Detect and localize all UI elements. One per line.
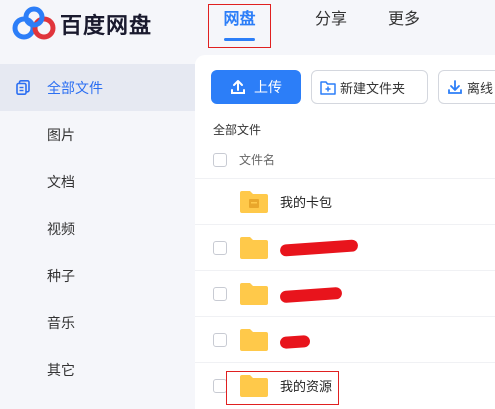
baidu-cloud-logo-icon [12, 6, 56, 40]
sidebar-item-all-files[interactable]: 全部文件 [0, 64, 195, 111]
app-logo[interactable]: 百度网盘 [12, 6, 152, 42]
files-icon [16, 80, 30, 95]
sidebar-item-music[interactable]: 音乐 [0, 299, 195, 346]
app-title: 百度网盘 [60, 13, 153, 38]
sidebar-item-other[interactable]: 其它 [0, 346, 195, 393]
redaction-scribble [279, 239, 359, 257]
folder-icon [240, 329, 268, 351]
file-list-panel: 上传 新建文件夹 离线 全部文件 文件名 我的卡包 我的资源 [195, 55, 495, 409]
row-checkbox[interactable] [213, 240, 227, 255]
file-row-card-package[interactable]: 我的卡包 [195, 178, 495, 224]
sidebar-item-label: 音乐 [47, 314, 75, 331]
upload-icon [231, 80, 245, 94]
row-checkbox[interactable] [213, 286, 227, 301]
top-header: 百度网盘 网盘 分享 更多 [0, 0, 495, 55]
file-name[interactable]: 我的卡包 [280, 192, 332, 211]
column-header-name[interactable]: 文件名 [239, 151, 275, 168]
sidebar-item-torrents[interactable]: 种子 [0, 252, 195, 299]
toolbar: 上传 新建文件夹 离线 [211, 70, 495, 104]
list-header: 文件名 [213, 151, 275, 168]
row-checkbox[interactable] [213, 378, 227, 393]
file-row[interactable] [195, 270, 495, 316]
sidebar-item-label: 文档 [47, 173, 75, 190]
nav-tab-label: 分享 [314, 11, 347, 28]
top-nav: 网盘 分享 更多 [208, 0, 422, 48]
sidebar-item-label: 种子 [47, 267, 75, 284]
sidebar-item-label: 全部文件 [47, 79, 103, 96]
nav-tab-netdisk[interactable]: 网盘 [208, 0, 271, 48]
sidebar-item-label: 视频 [47, 220, 75, 237]
select-all-checkbox[interactable] [213, 152, 227, 167]
breadcrumb[interactable]: 全部文件 [213, 121, 261, 138]
upload-button[interactable]: 上传 [211, 70, 301, 104]
new-folder-button-label: 新建文件夹 [340, 80, 406, 96]
card-folder-icon [240, 191, 268, 213]
file-row-my-resources[interactable]: 我的资源 [195, 362, 495, 408]
sidebar-item-documents[interactable]: 文档 [0, 158, 195, 205]
nav-tab-more[interactable]: 更多 [386, 0, 422, 48]
folder-icon [240, 237, 268, 259]
download-icon [448, 80, 462, 94]
offline-download-button[interactable]: 离线 [438, 70, 495, 104]
highlight-box-tab [208, 4, 271, 48]
new-folder-button[interactable]: 新建文件夹 [311, 70, 428, 104]
file-row[interactable] [195, 316, 495, 362]
file-row[interactable] [195, 224, 495, 270]
row-checkbox[interactable] [213, 332, 227, 347]
nav-tab-share[interactable]: 分享 [313, 0, 349, 48]
sidebar: 全部文件 图片 文档 视频 种子 音乐 其它 [0, 64, 195, 409]
highlight-box-row [226, 371, 339, 405]
sidebar-item-images[interactable]: 图片 [0, 111, 195, 158]
redaction-scribble [279, 334, 311, 350]
new-folder-icon [320, 80, 336, 95]
redaction-scribble [279, 286, 343, 304]
upload-button-label: 上传 [254, 79, 282, 95]
nav-tab-label: 更多 [387, 11, 420, 28]
sidebar-item-label: 其它 [47, 361, 75, 378]
offline-download-button-label: 离线 [467, 80, 494, 96]
sidebar-item-videos[interactable]: 视频 [0, 205, 195, 252]
sidebar-item-label: 图片 [47, 126, 75, 143]
folder-icon [240, 283, 268, 305]
